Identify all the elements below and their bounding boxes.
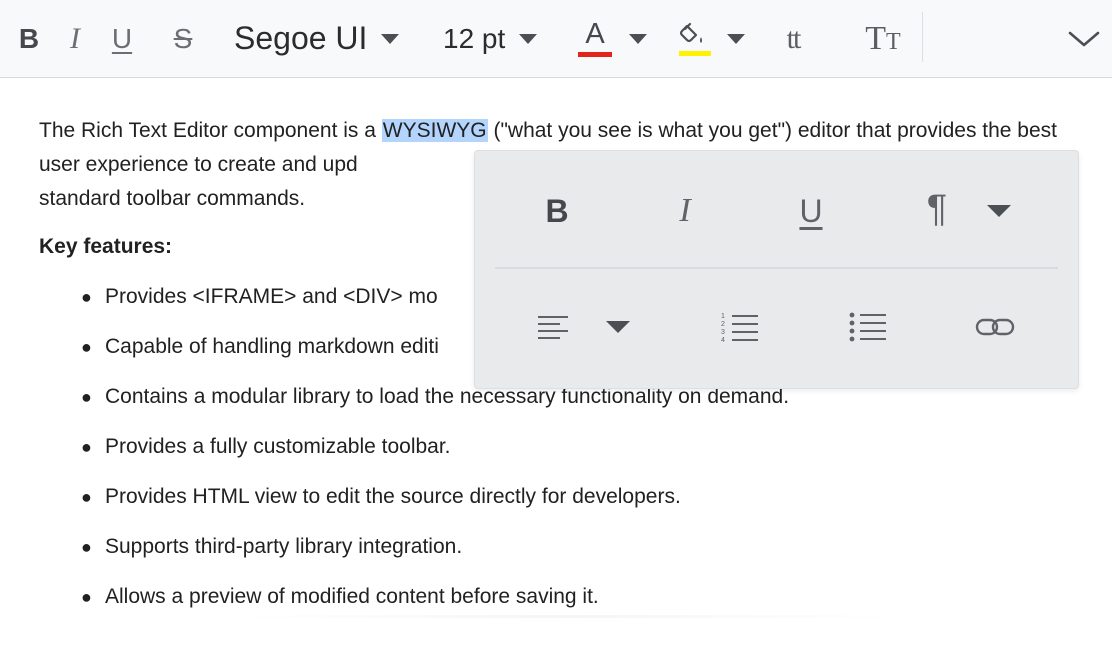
strikethrough-icon: S: [173, 22, 193, 54]
intro-text-end: standard toolbar commands.: [39, 187, 306, 210]
italic-icon: I: [679, 192, 691, 229]
chevron-down-icon: [987, 205, 1011, 217]
bullet-icon: ●: [81, 537, 92, 557]
chevron-down-icon: [606, 321, 630, 333]
font-name-value: Segoe UI: [234, 20, 368, 56]
chevron-down-icon: [727, 33, 745, 44]
font-name-dropdown[interactable]: Segoe UI: [234, 0, 414, 77]
content-fade-divider: [240, 615, 900, 618]
chevron-down-icon: [519, 33, 538, 44]
toolbar-divider: [922, 12, 923, 62]
italic-button[interactable]: I: [62, 0, 88, 77]
ordered-list-button[interactable]: 1234: [717, 305, 763, 349]
editor-toolbar: B I U S Segoe UI 12 pt A tt TT: [0, 0, 1112, 78]
paragraph-format-icon: ¶: [926, 187, 948, 230]
list-item: ● Supports third-party library integratio…: [81, 522, 1084, 572]
lowercase-button[interactable]: tt: [770, 0, 816, 77]
bullet-icon: ●: [81, 587, 92, 607]
chevron-down-icon: [381, 33, 400, 44]
selected-text[interactable]: WYSIWYG: [381, 119, 488, 142]
expand-toolbar-button[interactable]: [1064, 0, 1104, 77]
bullet-icon: ●: [81, 487, 92, 507]
quick-underline-button[interactable]: U: [785, 189, 837, 233]
list-item: ● Provides a fully customizable toolbar.: [81, 422, 1084, 472]
font-color-swatch: [578, 52, 612, 57]
unordered-list-button[interactable]: [845, 305, 891, 349]
bullet-icon: ●: [81, 387, 92, 407]
underline-button[interactable]: U: [108, 0, 136, 77]
bullet-icon: ●: [81, 287, 92, 307]
ordered-list-icon: 1234: [721, 313, 758, 343]
intro-text: The Rich Text Editor component is a: [39, 119, 382, 142]
background-color-swatch: [679, 51, 711, 56]
bullet-icon: ●: [81, 337, 92, 357]
expand-more-icon: [1068, 31, 1100, 46]
font-color-dropdown[interactable]: [624, 0, 652, 77]
bullet-icon: ●: [81, 437, 92, 457]
font-color-icon: A: [585, 18, 605, 50]
list-item: ● Provides HTML view to edit the source d…: [81, 472, 1084, 522]
underline-icon: U: [111, 22, 133, 54]
quick-toolbar-divider: [495, 267, 1058, 269]
svg-text:2: 2: [721, 321, 725, 328]
bold-icon: B: [18, 22, 40, 54]
paragraph-format-dropdown[interactable]: [983, 189, 1015, 233]
insert-link-button[interactable]: [973, 305, 1017, 349]
svg-text:1: 1: [721, 313, 725, 320]
italic-icon: I: [70, 21, 80, 55]
background-color-dropdown[interactable]: [722, 0, 750, 77]
chevron-down-icon: [629, 33, 647, 44]
alignment-icon: [538, 316, 568, 339]
alignment-button[interactable]: [533, 305, 573, 349]
bold-icon: B: [545, 192, 569, 229]
underline-icon: U: [799, 192, 823, 229]
unordered-list-icon: [849, 312, 886, 342]
link-icon: [975, 318, 1015, 336]
uppercase-icon: TT: [865, 19, 901, 57]
background-color-icon: [679, 22, 702, 43]
font-color-button[interactable]: A: [576, 0, 614, 77]
lowercase-icon: tt: [786, 21, 802, 55]
bold-button[interactable]: B: [14, 0, 44, 77]
strikethrough-button[interactable]: S: [164, 0, 202, 77]
quick-toolbar-popup: B I U ¶ 1234: [474, 150, 1079, 389]
quick-italic-button[interactable]: I: [659, 189, 711, 233]
uppercase-button[interactable]: TT: [858, 0, 908, 77]
font-size-dropdown[interactable]: 12 pt: [443, 0, 553, 77]
svg-text:4: 4: [721, 337, 725, 343]
alignment-dropdown[interactable]: [603, 305, 633, 349]
font-size-value: 12 pt: [443, 22, 506, 54]
background-color-button[interactable]: [676, 0, 714, 77]
paragraph-format-button[interactable]: ¶: [911, 187, 963, 231]
svg-text:3: 3: [721, 329, 725, 336]
quick-bold-button[interactable]: B: [531, 189, 583, 233]
